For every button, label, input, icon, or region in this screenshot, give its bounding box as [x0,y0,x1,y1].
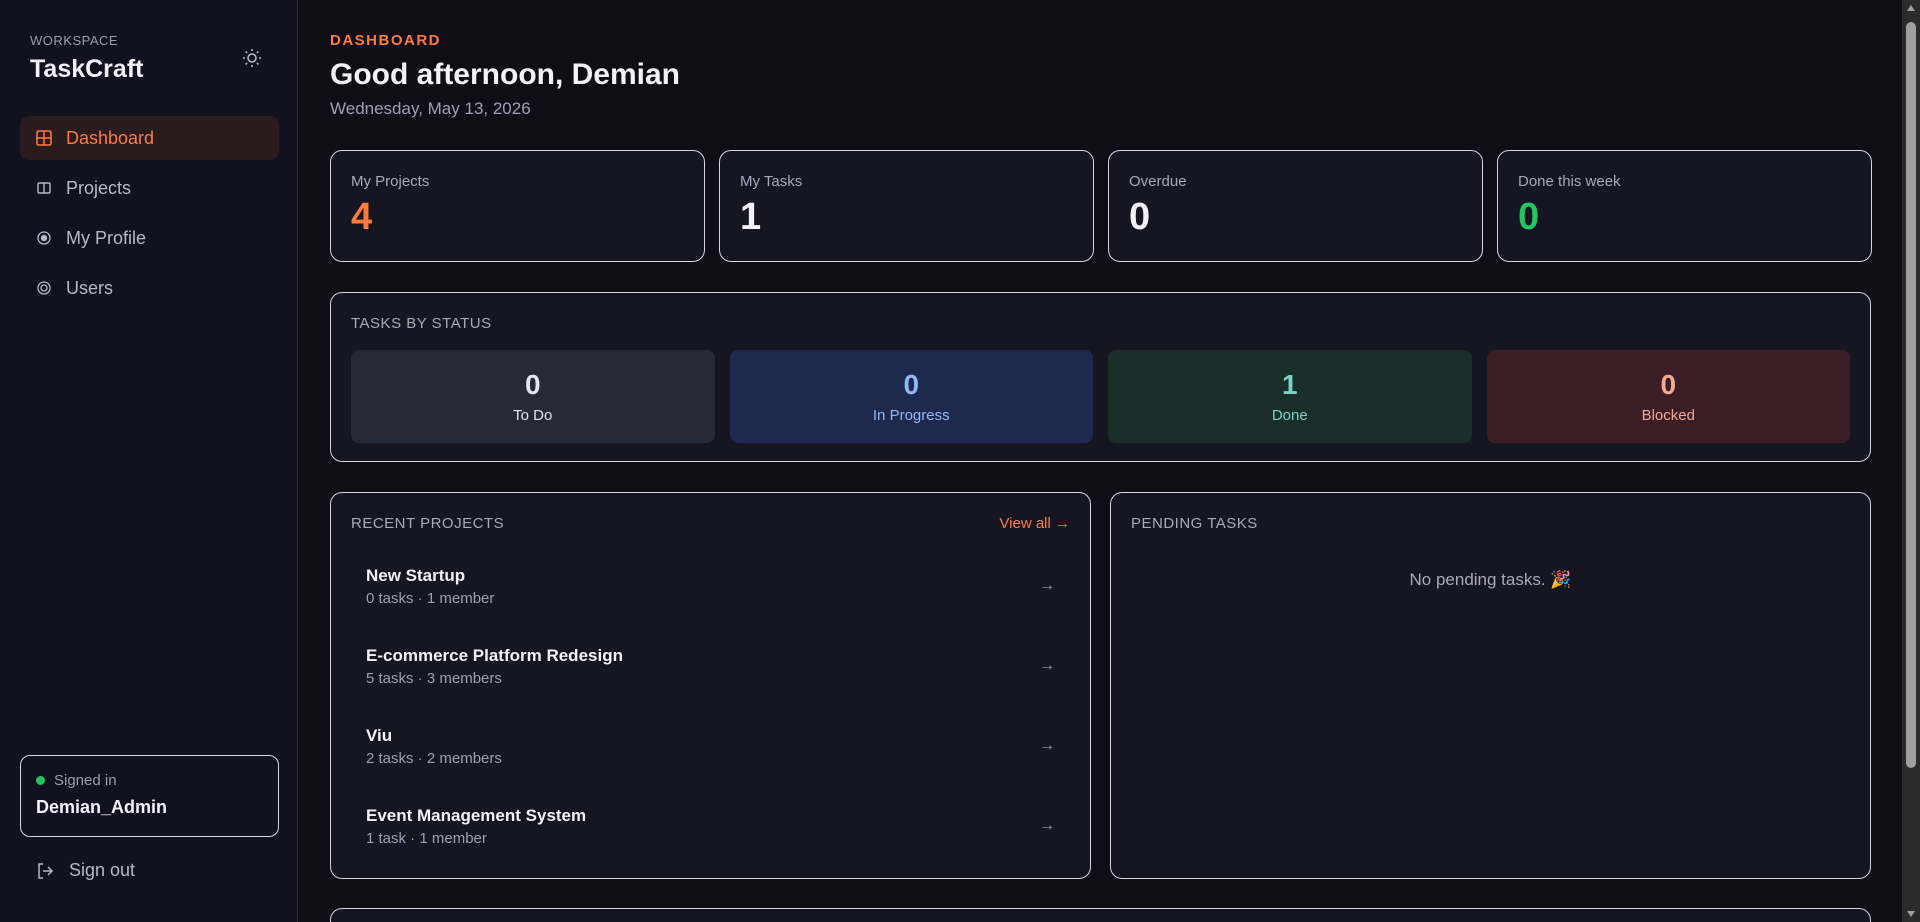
stat-label: My Projects [351,173,430,190]
status-tile-blocked[interactable]: 0 Blocked [1486,350,1850,443]
sidebar-nav: Dashboard Projects My Profile Users [20,116,279,316]
status-label: To Do [513,407,553,424]
scroll-down-arrow-icon[interactable] [1902,906,1920,922]
status-label: Blocked [1641,407,1695,424]
nav-label-projects: Projects [66,177,132,198]
stat-value: 1 [740,196,762,238]
sign-out-button[interactable]: Sign out [35,860,135,881]
section-title: TASKS BY STATUS [351,315,492,332]
status-tile-done[interactable]: 1 Done [1108,350,1472,443]
theme-toggle-button[interactable] [240,46,264,70]
stat-label: My Tasks [740,173,803,190]
main-content: DASHBOARD Good afternoon, Demian Wednesd… [299,0,1899,922]
status-label: Done [1271,407,1308,424]
stat-label: Done this week [1518,173,1621,190]
project-meta: 5 tasks · 3 members [366,669,502,687]
status-count: 0 [1660,369,1677,400]
tasks-by-status-panel: TASKS BY STATUS 0 To Do 0 In Progress 1 … [330,292,1871,462]
stat-card-my-tasks[interactable]: My Tasks 1 [719,150,1094,262]
nav-item-my-profile[interactable]: My Profile [20,216,279,260]
status-label: In Progress [872,407,950,424]
project-meta: 2 tasks · 2 members [366,749,502,767]
section-title: RECENT PROJECTS [351,515,505,532]
stat-card-overdue[interactable]: Overdue 0 [1108,150,1483,262]
stat-card-done-this-week[interactable]: Done this week 0 [1497,150,1872,262]
project-row[interactable]: Event Management System 1 task · 1 membe… [351,786,1070,866]
stat-value: 0 [1518,196,1540,238]
nav-label-dashboard: Dashboard [66,127,155,148]
nav-item-projects[interactable]: Projects [20,166,279,210]
nav-item-dashboard[interactable]: Dashboard [20,116,279,160]
stat-label: Overdue [1129,173,1187,190]
status-tile-in-progress[interactable]: 0 In Progress [729,350,1093,443]
pending-tasks-panel: PENDING TASKS No pending tasks. 🎉 [1110,492,1871,879]
nav-label-users: Users [66,277,114,298]
signed-in-username: Demian_Admin [36,797,168,817]
stat-value: 0 [1129,196,1151,238]
empty-state-text: No pending tasks. 🎉 [1409,570,1572,589]
online-status-dot [36,776,45,785]
project-name: E-commerce Platform Redesign [366,645,623,665]
arrow-right-icon: → [1039,737,1055,754]
user-dot-icon [34,228,54,248]
nav-label-my-profile: My Profile [66,227,147,248]
project-meta: 1 task · 1 member [366,829,487,847]
columns-icon [34,178,54,198]
stat-card-my-projects[interactable]: My Projects 4 [330,150,705,262]
section-title: PENDING TASKS [1131,515,1258,532]
status-tile-to-do[interactable]: 0 To Do [351,350,715,443]
project-meta: 0 tasks · 1 member [366,589,495,607]
workspace-label: WORKSPACE [30,33,119,48]
arrow-right-icon: → [1039,657,1055,674]
project-name: Event Management System [366,805,587,825]
status-count: 1 [1281,369,1298,400]
status-count: 0 [524,369,541,400]
scroll-up-arrow-icon[interactable] [1902,0,1920,16]
sun-icon [243,49,261,67]
page-eyebrow: DASHBOARD [330,32,441,49]
project-row[interactable]: New Startup 0 tasks · 1 member → [351,546,1070,626]
users-ring-icon [34,278,54,298]
next-panel-partial [330,908,1871,922]
signed-in-label: Signed in [54,772,117,789]
status-count: 0 [903,369,920,400]
project-row[interactable]: Viu 2 tasks · 2 members → [351,706,1070,786]
project-list: New Startup 0 tasks · 1 member → E-comme… [351,546,1070,866]
stat-value: 4 [351,196,373,238]
project-row[interactable]: E-commerce Platform Redesign 5 tasks · 3… [351,626,1070,706]
sign-out-icon [38,862,54,879]
recent-projects-panel: RECENT PROJECTS View all → New Startup 0… [330,492,1091,879]
sidebar: WORKSPACE TaskCraft Dashboard Projects M… [0,0,298,922]
scrollbar-thumb[interactable] [1906,22,1916,768]
project-name: New Startup [366,565,466,585]
arrow-right-icon: → [1039,577,1055,594]
view-all-link[interactable]: View all → [999,515,1070,532]
sign-out-label: Sign out [69,860,136,880]
page-scrollbar[interactable] [1902,0,1920,922]
project-name: Viu [366,725,393,745]
workspace-name: TaskCraft [30,55,144,83]
grid-icon [34,128,54,148]
page-title: Good afternoon, Demian [330,58,681,91]
page-date: Wednesday, May 13, 2026 [330,99,531,118]
arrow-right-icon: → [1039,817,1055,834]
nav-item-users[interactable]: Users [20,266,279,310]
signed-in-card: Signed in Demian_Admin [20,755,279,837]
